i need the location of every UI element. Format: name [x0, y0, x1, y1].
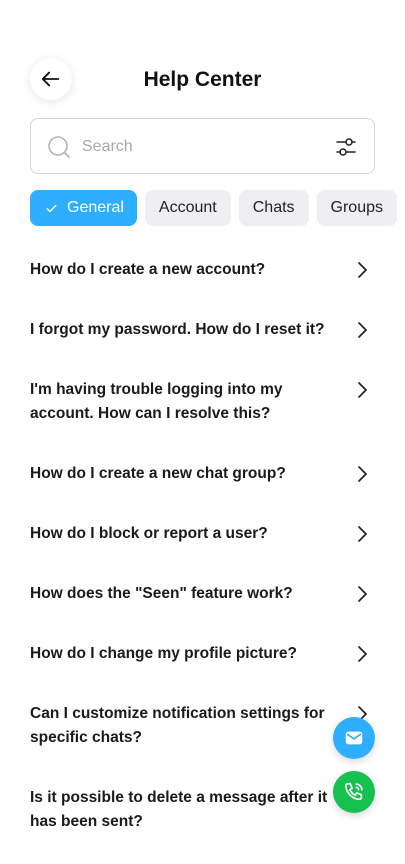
- phone-call-icon: [344, 782, 363, 801]
- chevron-right-icon: [358, 262, 367, 278]
- tab-label: Groups: [330, 199, 383, 216]
- faq-question: How do I create a new chat group?: [30, 465, 286, 482]
- search-input[interactable]: [82, 133, 312, 161]
- faq-question: I'm having trouble logging into my accou…: [30, 381, 283, 422]
- faq-item[interactable]: How do I create a new chat group?: [30, 444, 375, 504]
- faq-question: How does the "Seen" feature work?: [30, 585, 293, 602]
- chevron-right-icon: [358, 646, 367, 662]
- faq-item[interactable]: How do I create a new account?: [30, 240, 375, 300]
- faq-list: How do I create a new account? I forgot …: [30, 240, 375, 852]
- faq-item[interactable]: How do I change my profile picture?: [30, 624, 375, 684]
- faq-question: How do I change my profile picture?: [30, 645, 297, 662]
- faq-item[interactable]: Can I customize notification settings fo…: [30, 684, 375, 768]
- category-tabs: General Account Chats Groups: [30, 190, 405, 226]
- tab-groups[interactable]: Groups: [316, 190, 397, 226]
- chevron-right-icon: [358, 322, 367, 338]
- faq-item[interactable]: I forgot my password. How do I reset it?: [30, 300, 375, 360]
- tab-label: General: [67, 199, 124, 216]
- faq-item[interactable]: How do I block or report a user?: [30, 504, 375, 564]
- call-support-button[interactable]: [333, 771, 375, 813]
- search-icon: [48, 136, 70, 158]
- chevron-right-icon: [358, 466, 367, 482]
- email-support-button[interactable]: [333, 717, 375, 759]
- faq-item[interactable]: Is it possible to delete a message after…: [30, 768, 375, 852]
- tab-general[interactable]: General: [30, 190, 137, 226]
- filter-sliders-icon[interactable]: [334, 135, 358, 159]
- tab-account[interactable]: Account: [144, 190, 231, 226]
- mail-icon: [345, 731, 363, 745]
- faq-question: I forgot my password. How do I reset it?: [30, 321, 325, 338]
- chevron-right-icon: [358, 526, 367, 542]
- faq-question: Can I customize notification settings fo…: [30, 705, 325, 746]
- check-icon: [45, 202, 58, 215]
- help-center-screen: Help Center General Account Chats: [0, 0, 405, 864]
- tab-chats[interactable]: Chats: [238, 190, 309, 226]
- header: Help Center: [30, 58, 375, 104]
- tab-label: Account: [158, 199, 217, 216]
- faq-question: How do I create a new account?: [30, 261, 266, 278]
- search-box: [30, 118, 375, 174]
- tab-label: Chats: [252, 199, 295, 216]
- faq-item[interactable]: How does the "Seen" feature work?: [30, 564, 375, 624]
- chevron-right-icon: [358, 382, 367, 398]
- faq-question: How do I block or report a user?: [30, 525, 268, 542]
- faq-question: Is it possible to delete a message after…: [30, 789, 328, 830]
- faq-item[interactable]: I'm having trouble logging into my accou…: [30, 360, 375, 444]
- page-title: Help Center: [143, 68, 262, 91]
- chevron-right-icon: [358, 586, 367, 602]
